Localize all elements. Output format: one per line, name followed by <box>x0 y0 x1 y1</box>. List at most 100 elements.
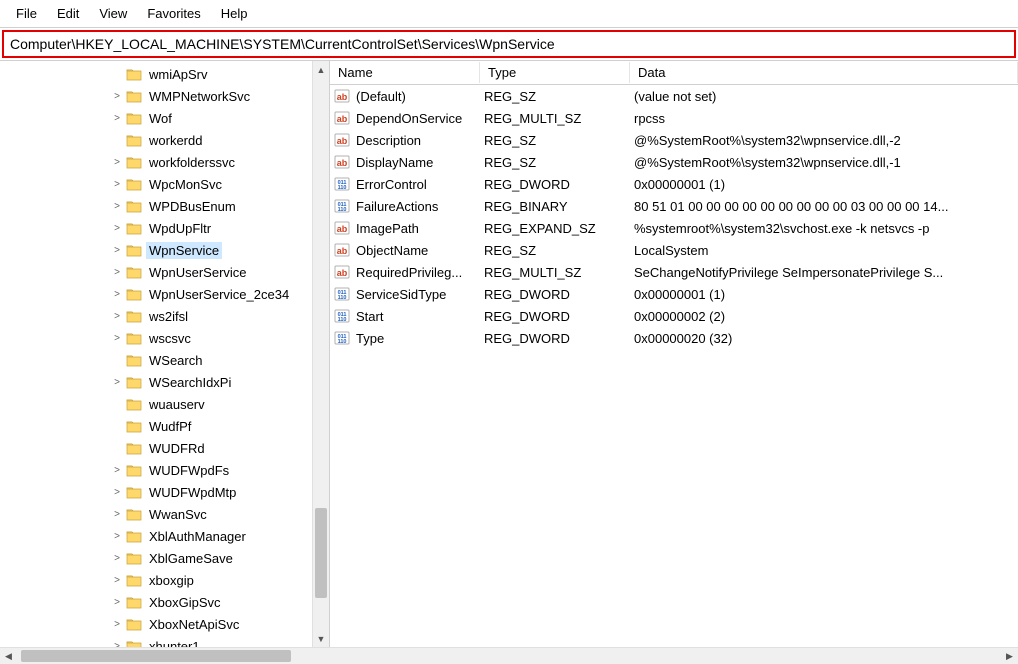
menu-edit[interactable]: Edit <box>47 4 89 23</box>
chevron-right-icon[interactable]: > <box>110 619 124 630</box>
chevron-right-icon[interactable]: > <box>110 91 124 102</box>
tree-item[interactable]: >ws2ifsl <box>0 305 329 327</box>
hscroll-track[interactable] <box>17 648 1001 664</box>
tree-item[interactable]: > wscsvc <box>0 327 329 349</box>
tree-item-label: wscsvc <box>146 330 194 347</box>
value-row[interactable]: abDisplayNameREG_SZ@%SystemRoot%\system3… <box>330 151 1018 173</box>
tree-item[interactable]: WUDFRd <box>0 437 329 459</box>
tree-item[interactable]: >WpcMonSvc <box>0 173 329 195</box>
tree-item[interactable]: >WpnUserService <box>0 261 329 283</box>
folder-icon <box>126 266 142 279</box>
value-row[interactable]: abDescriptionREG_SZ@%SystemRoot%\system3… <box>330 129 1018 151</box>
address-bar[interactable]: Computer\HKEY_LOCAL_MACHINE\SYSTEM\Curre… <box>2 30 1016 58</box>
chevron-right-icon[interactable]: > <box>110 289 124 300</box>
column-header-data[interactable]: Data <box>630 62 1018 83</box>
chevron-right-icon[interactable]: > <box>110 245 124 256</box>
chevron-right-icon[interactable]: > <box>110 487 124 498</box>
tree-item[interactable]: wuauserv <box>0 393 329 415</box>
chevron-right-icon[interactable]: > <box>110 597 124 608</box>
tree-item[interactable]: >WUDFWpdFs <box>0 459 329 481</box>
scroll-track[interactable] <box>313 78 329 630</box>
tree-item[interactable]: > WpnUserService_2ce34 <box>0 283 329 305</box>
tree-list[interactable]: wmiApSrv>WMPNetworkSvc>Wof workerdd >workf… <box>0 61 329 647</box>
tree-item[interactable]: WSearch <box>0 349 329 371</box>
tree-item[interactable]: >WUDFWpdMtp <box>0 481 329 503</box>
tree-item[interactable]: >xhunter1 <box>0 635 329 647</box>
value-row[interactable]: abObjectNameREG_SZLocalSystem <box>330 239 1018 261</box>
tree-item[interactable]: >XblAuthManager <box>0 525 329 547</box>
tree-item[interactable]: >WMPNetworkSvc <box>0 85 329 107</box>
folder-icon <box>126 574 142 587</box>
chevron-right-icon[interactable]: > <box>110 113 124 124</box>
chevron-right-icon[interactable]: > <box>110 465 124 476</box>
tree-item-label: workerdd <box>146 132 205 149</box>
hscroll-thumb[interactable] <box>21 650 291 662</box>
value-name: FailureActions <box>356 199 484 214</box>
chevron-right-icon[interactable]: > <box>110 553 124 564</box>
tree-item-label: WSearchIdxPi <box>146 374 234 391</box>
value-row[interactable]: abDependOnServiceREG_MULTI_SZrpcss <box>330 107 1018 129</box>
value-row[interactable]: abImagePathREG_EXPAND_SZ%systemroot%\sys… <box>330 217 1018 239</box>
value-row[interactable]: 011110StartREG_DWORD0x00000002 (2) <box>330 305 1018 327</box>
tree-item[interactable]: workerdd <box>0 129 329 151</box>
tree-item[interactable]: WudfPf <box>0 415 329 437</box>
scroll-down-icon[interactable]: ▼ <box>313 630 329 647</box>
value-row[interactable]: 011110ServiceSidTypeREG_DWORD0x00000001 … <box>330 283 1018 305</box>
menu-bar: File Edit View Favorites Help <box>0 0 1018 28</box>
values-list[interactable]: ab(Default)REG_SZ(value not set)abDepend… <box>330 85 1018 647</box>
chevron-right-icon[interactable]: > <box>110 267 124 278</box>
menu-help[interactable]: Help <box>211 4 258 23</box>
tree-item[interactable]: >XboxNetApiSvc <box>0 613 329 635</box>
menu-view[interactable]: View <box>89 4 137 23</box>
value-name: (Default) <box>356 89 484 104</box>
value-row[interactable]: 011110ErrorControlREG_DWORD0x00000001 (1… <box>330 173 1018 195</box>
tree-horizontal-scrollbar[interactable]: ◀ ▶ <box>0 647 1018 664</box>
value-row[interactable]: abRequiredPrivileg...REG_MULTI_SZSeChang… <box>330 261 1018 283</box>
chevron-right-icon[interactable]: > <box>110 509 124 520</box>
value-name: ServiceSidType <box>356 287 484 302</box>
folder-icon <box>126 640 142 648</box>
scroll-left-icon[interactable]: ◀ <box>0 648 17 664</box>
chevron-right-icon[interactable]: > <box>110 377 124 388</box>
reg-binary-icon: 011110 <box>334 286 350 302</box>
tree-item[interactable]: >workfolderssvc <box>0 151 329 173</box>
chevron-right-icon[interactable]: > <box>110 531 124 542</box>
tree-item[interactable]: > WSearchIdxPi <box>0 371 329 393</box>
chevron-right-icon[interactable]: > <box>110 223 124 234</box>
chevron-right-icon[interactable]: > <box>110 179 124 190</box>
column-header-type[interactable]: Type <box>480 62 630 83</box>
tree-item-label: WpnUserService_2ce34 <box>146 286 292 303</box>
svg-text:ab: ab <box>337 268 348 278</box>
menu-file[interactable]: File <box>6 4 47 23</box>
tree-item-label: WpnService <box>146 242 222 259</box>
value-row[interactable]: 011110TypeREG_DWORD0x00000020 (32) <box>330 327 1018 349</box>
value-data: SeChangeNotifyPrivilege SeImpersonatePri… <box>634 265 1018 280</box>
chevron-right-icon[interactable]: > <box>110 311 124 322</box>
tree-item[interactable]: >xboxgip <box>0 569 329 591</box>
scroll-thumb[interactable] <box>315 508 327 598</box>
value-row[interactable]: ab(Default)REG_SZ(value not set) <box>330 85 1018 107</box>
chevron-right-icon[interactable]: > <box>110 201 124 212</box>
tree-item[interactable]: >WpdUpFltr <box>0 217 329 239</box>
tree-item[interactable]: >XblGameSave <box>0 547 329 569</box>
tree-item[interactable]: > WpnService <box>0 239 329 261</box>
chevron-right-icon[interactable]: > <box>110 157 124 168</box>
chevron-right-icon[interactable]: > <box>110 333 124 344</box>
tree-item[interactable]: >WPDBusEnum <box>0 195 329 217</box>
value-type: REG_DWORD <box>484 287 634 302</box>
folder-icon <box>126 596 142 609</box>
scroll-right-icon[interactable]: ▶ <box>1001 648 1018 664</box>
tree-item[interactable]: >WwanSvc <box>0 503 329 525</box>
tree-vertical-scrollbar[interactable]: ▲ ▼ <box>312 61 329 647</box>
value-data: rpcss <box>634 111 1018 126</box>
chevron-right-icon[interactable]: > <box>110 641 124 648</box>
scroll-up-icon[interactable]: ▲ <box>313 61 329 78</box>
tree-item[interactable]: >XboxGipSvc <box>0 591 329 613</box>
tree-item[interactable]: wmiApSrv <box>0 63 329 85</box>
value-data: 0x00000002 (2) <box>634 309 1018 324</box>
tree-item[interactable]: >Wof <box>0 107 329 129</box>
value-row[interactable]: 011110FailureActionsREG_BINARY80 51 01 0… <box>330 195 1018 217</box>
chevron-right-icon[interactable]: > <box>110 575 124 586</box>
column-header-name[interactable]: Name <box>330 62 480 83</box>
menu-favorites[interactable]: Favorites <box>137 4 210 23</box>
